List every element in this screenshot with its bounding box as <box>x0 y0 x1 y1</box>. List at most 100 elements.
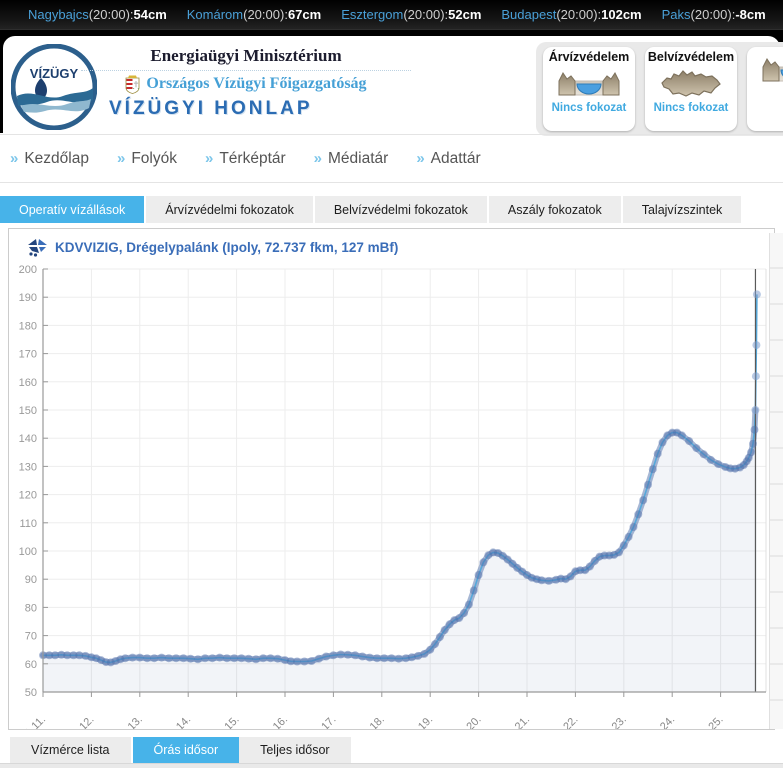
y-tick-label: 130 <box>19 461 37 473</box>
vizugy-portal-page: Nagybajcs(20:00):54cm Komárom(20:00):67cm… <box>0 0 783 768</box>
data-point-marker <box>187 655 195 663</box>
badge-belvizvedelem[interactable]: BelvízvédelemNincs fokozat <box>645 47 737 131</box>
badge-arvizvedelem[interactable]: ÁrvízvédelemNincs fokozat <box>543 47 635 131</box>
data-point-marker <box>245 655 253 663</box>
data-point-marker <box>470 587 478 595</box>
data-point-marker <box>366 654 374 662</box>
badge-partial[interactable]: I. <box>747 47 783 131</box>
org-title: Országos Vízügyi Főigazgatóság <box>146 75 366 93</box>
badge-status: Nincs fokozat <box>645 102 737 114</box>
bottom-tab-vizmerce-lista[interactable]: Vízmérce lista <box>10 737 131 763</box>
data-point-marker <box>337 651 345 659</box>
data-point-marker <box>465 601 473 609</box>
x-tick-label: 11.22. <box>551 714 581 729</box>
data-point-marker <box>678 431 686 439</box>
ticker-station-value: 54cm <box>134 7 167 22</box>
right-gutter-panel[interactable] <box>769 233 783 729</box>
data-point-marker <box>545 577 553 585</box>
ticker-station-budapest[interactable]: Budapest(20:00):102cm <box>501 7 641 22</box>
data-point-marker <box>752 341 760 349</box>
data-point-marker <box>150 654 158 662</box>
tab-operativ-vizallasok[interactable]: Operatív vízállások <box>0 196 144 223</box>
tab-arvizvedelmi-fokozatok[interactable]: Árvízvédelmi fokozatok <box>146 196 313 223</box>
ticker-station-time: (20:00): <box>243 7 288 22</box>
data-point-marker <box>121 654 129 662</box>
water-level-ticker: Nagybajcs(20:00):54cm Komárom(20:00):67cm… <box>0 0 783 30</box>
section-tabs: Operatív vízállásokÁrvízvédelmi fokozato… <box>0 196 783 223</box>
ticker-station-time: (20:00): <box>403 7 448 22</box>
ticker-station-nagybajcs[interactable]: Nagybajcs(20:00):54cm <box>28 7 167 22</box>
water-level-chart[interactable]: 2001901801701601501401301201101009080706… <box>9 261 769 729</box>
tab-aszaly-fokozatok[interactable]: Aszály fokozatok <box>489 196 621 223</box>
data-point-marker <box>431 640 439 648</box>
ticker-station-time: (20:00): <box>89 7 134 22</box>
nav-item-label: Adattár <box>431 150 481 168</box>
nav-item-kezdolap[interactable]: »Kezdőlap <box>10 150 89 168</box>
data-point-marker <box>436 633 444 641</box>
nav-item-label: Térképtár <box>219 150 285 168</box>
data-point-marker <box>380 654 388 662</box>
data-point-marker <box>479 558 487 566</box>
x-tick-label: 11.18. <box>357 714 387 729</box>
ticker-station-esztergom[interactable]: Esztergom(20:00):52cm <box>341 7 481 22</box>
y-tick-label: 140 <box>19 433 37 445</box>
ticker-station-komarom[interactable]: Komárom(20:00):67cm <box>187 7 321 22</box>
data-point-marker <box>267 654 275 662</box>
tab-talajvizszintek[interactable]: Talajvízszintek <box>623 196 742 223</box>
nav-bullet-icon: » <box>314 150 322 167</box>
data-point-marker <box>172 654 180 662</box>
data-point-marker <box>293 658 301 666</box>
data-point-marker <box>620 541 628 549</box>
ticker-station-paks[interactable]: Paks(20:00):-8cm <box>662 7 766 22</box>
data-point-marker <box>165 654 173 662</box>
tab-belvizvedelmi-fokozatok[interactable]: Belvízvédelmi fokozatok <box>315 196 487 223</box>
nav-item-label: Médiatár <box>328 150 388 168</box>
logo-text: VÍZÜGY <box>30 66 79 81</box>
x-tick-label: 11.25. <box>696 714 726 729</box>
y-tick-label: 80 <box>25 602 37 614</box>
data-point-marker <box>615 548 623 556</box>
chart-station-logo-icon <box>27 238 48 257</box>
ticker-station-value: 52cm <box>448 7 481 22</box>
x-tick-label: 11.23. <box>599 714 629 729</box>
data-point-marker <box>685 437 693 445</box>
y-tick-label: 60 <box>25 659 37 671</box>
nav-item-mediatar[interactable]: » Médiatár <box>314 150 389 168</box>
data-point-marker <box>208 654 216 662</box>
header-card: VÍZÜGY Energiaügyi Minisztérium <box>3 36 780 133</box>
main-nav: »Kezdőlap »Folyók »Térképtár » Médiatár »Adat… <box>0 134 783 183</box>
data-point-marker <box>179 654 187 662</box>
bottom-tab-oras-idosor[interactable]: Órás idősor <box>133 737 240 763</box>
data-point-marker <box>747 448 755 456</box>
data-point-marker <box>460 609 468 617</box>
header-titles: Energiaügyi Minisztérium Országos Vízügy… <box>81 46 411 120</box>
data-point-marker <box>274 655 282 663</box>
y-tick-label: 170 <box>19 349 37 361</box>
site-header: VÍZÜGY Energiaügyi Minisztérium <box>0 30 783 133</box>
riverbed-water-icon <box>761 53 783 87</box>
nav-item-adattar[interactable]: »Adattár <box>416 150 480 168</box>
y-tick-label: 200 <box>19 264 37 276</box>
data-point-marker <box>639 496 647 504</box>
nav-item-label: Kezdőlap <box>24 150 89 168</box>
x-tick-label: 11.14. <box>164 714 194 729</box>
badge-status: Nincs fokozat <box>543 102 635 114</box>
nav-item-terkeptar[interactable]: »Térképtár <box>205 150 286 168</box>
ticker-station-name: Esztergom <box>341 7 403 22</box>
y-tick-label: 180 <box>19 320 37 332</box>
data-point-marker <box>143 654 151 662</box>
data-point-marker <box>223 654 231 662</box>
nav-item-folyok[interactable]: »Folyók <box>117 150 177 168</box>
bottom-tab-teljes-idosor[interactable]: Teljes idősor <box>239 737 350 763</box>
chart-card: KDVVIZIG, Drégelypalánk (Ipoly, 72.737 f… <box>8 228 775 730</box>
data-point-marker <box>625 533 633 541</box>
x-tick-label: 11.15. <box>212 714 242 729</box>
y-tick-label: 100 <box>19 546 37 558</box>
data-point-marker <box>329 651 337 659</box>
y-tick-label: 90 <box>25 574 37 586</box>
x-tick-label: 11.12. <box>67 714 97 729</box>
data-point-marker <box>216 654 224 662</box>
data-point-marker <box>749 440 757 448</box>
data-point-marker <box>373 654 381 662</box>
data-point-marker <box>475 571 483 579</box>
